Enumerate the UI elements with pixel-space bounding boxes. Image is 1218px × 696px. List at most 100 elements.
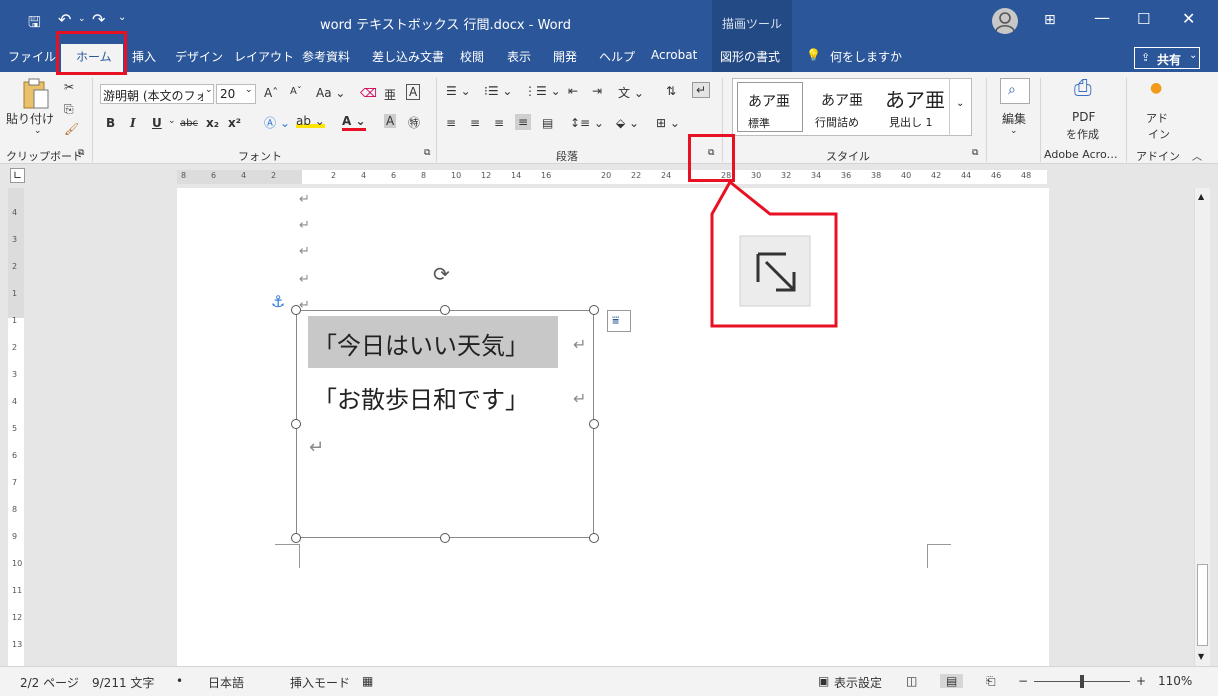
italic-icon[interactable]: I — [130, 116, 136, 130]
text-box-line-2[interactable]: 「お散歩日和です」 — [313, 380, 529, 415]
underline-dropdown-icon[interactable]: ⌄ — [168, 116, 176, 126]
align-center-icon[interactable]: ≡ — [470, 116, 480, 130]
vertical-scrollbar[interactable]: ▲ ▼ — [1194, 188, 1210, 666]
web-layout-icon[interactable]: ⎗ — [986, 674, 996, 689]
show-formatting-marks-icon[interactable]: ↵ — [692, 82, 711, 98]
create-pdf-line1[interactable]: PDF — [1072, 110, 1095, 124]
text-box-line-1[interactable]: 「今日はいい天気」 — [313, 326, 529, 361]
read-mode-icon[interactable]: ◫ — [906, 674, 917, 688]
tab-selector[interactable]: ∟ — [10, 168, 26, 183]
create-pdf-icon[interactable]: ⎙ — [1074, 76, 1092, 101]
redo-icon[interactable]: ↷ — [92, 10, 105, 29]
distributed-icon[interactable]: ▤ — [542, 116, 553, 130]
horizontal-ruler[interactable]: 8 6 4 2 2 4 6 8 10 12 14 16 20 22 24 28 30 32 34 36 38 40 42 44… — [177, 170, 1047, 184]
collapse-ribbon-icon[interactable]: ︿ — [1192, 148, 1202, 163]
zoom-slider-thumb[interactable] — [1080, 675, 1084, 688]
sort-icon[interactable]: ⇅ — [666, 84, 676, 98]
clear-formatting-icon[interactable]: ⌫ — [360, 86, 377, 100]
phonetic-guide-icon[interactable]: 亜 — [384, 86, 396, 103]
page-count[interactable]: 2/2 ページ — [20, 674, 79, 691]
font-name-select[interactable]: 游明朝 (本文のフォント) ⌄ — [100, 84, 214, 104]
superscript-icon[interactable]: x² — [228, 116, 241, 130]
tab-file[interactable]: ファイル — [8, 48, 56, 65]
copy-icon[interactable]: ⎘ — [64, 102, 74, 117]
align-left-icon[interactable]: ≡ — [446, 116, 456, 130]
asian-layout-icon[interactable]: 文 ⌄ — [618, 84, 644, 101]
styles-more-button[interactable]: ⌄ — [949, 78, 973, 136]
paste-dropdown-icon[interactable]: ⌄ — [34, 126, 42, 136]
style-normal[interactable]: あア亜 標準 — [737, 82, 803, 132]
tell-me-search[interactable]: 何をしますか — [830, 48, 902, 65]
dialog-launcher-icon[interactable]: ⧉ — [78, 148, 84, 158]
text-effects-icon[interactable]: Ⓐ ⌄ — [264, 114, 290, 131]
character-shading-icon[interactable]: A — [384, 114, 397, 128]
editing-button[interactable]: ⌕ — [1000, 78, 1030, 104]
multilevel-list-icon[interactable]: ⋮☰ ⌄ — [524, 84, 561, 98]
cut-icon[interactable]: ✂ — [64, 80, 74, 94]
font-color-icon[interactable]: A ⌄ — [342, 114, 366, 131]
align-right-icon[interactable]: ≡ — [494, 116, 504, 130]
rotate-handle-icon[interactable]: ⟳ — [433, 262, 450, 286]
bold-icon[interactable]: B — [106, 116, 115, 130]
subscript-icon[interactable]: x₂ — [206, 116, 219, 130]
add-ins-icon[interactable]: ● — [1150, 80, 1162, 96]
line-spacing-icon[interactable]: ↕≡ ⌄ — [570, 116, 604, 130]
tab-references[interactable]: 参考資料 — [302, 48, 350, 65]
enclose-characters-icon[interactable]: ㊕ — [408, 114, 420, 131]
layout-options-button[interactable]: ⩸ — [607, 310, 631, 332]
font-dialog-launcher-icon[interactable]: ⧉ — [424, 148, 430, 158]
zoom-level[interactable]: 110% — [1158, 674, 1192, 688]
tab-mailings[interactable]: 差し込み文書 — [372, 48, 444, 65]
maximize-icon[interactable]: ☐ — [1137, 10, 1150, 28]
account-avatar[interactable] — [992, 8, 1018, 34]
resize-handle[interactable] — [589, 533, 599, 543]
anchor-icon[interactable]: ⚓ — [271, 292, 285, 311]
style-heading-1[interactable]: あア亜 見出し 1 — [883, 82, 949, 132]
font-size-select[interactable]: 20 ⌄ — [216, 84, 256, 104]
close-icon[interactable]: ✕ — [1182, 9, 1195, 28]
numbering-icon[interactable]: ⁝☰ ⌄ — [484, 84, 512, 98]
tab-design[interactable]: デザイン — [175, 48, 223, 65]
scroll-thumb[interactable] — [1197, 564, 1208, 646]
increase-indent-icon[interactable]: ⇥ — [592, 84, 602, 98]
save-icon[interactable]: 🖫 — [28, 12, 41, 37]
tab-review[interactable]: 校閲 — [460, 48, 484, 65]
tab-shape-format[interactable]: 図形の書式 — [720, 48, 780, 65]
zoom-in-icon[interactable]: + — [1136, 674, 1146, 688]
justify-icon[interactable]: ≡ — [515, 114, 532, 130]
grow-font-icon[interactable]: Aˆ — [264, 86, 278, 100]
text-box[interactable]: 「今日はいい天気」 ↵ 「お散歩日和です」 ↵ ↵ — [296, 310, 594, 538]
strikethrough-icon[interactable]: abc — [180, 118, 198, 129]
character-border-icon[interactable]: A — [406, 84, 421, 100]
document-page[interactable]: ↵ ↵ ↵ ↵ ↵ ⚓ ⟳ 「今日はいい天気」 ↵ 「お散歩日和です」 ↵ ↵ … — [177, 188, 1049, 666]
ribbon-display-options-icon[interactable]: ⊞ — [1044, 12, 1056, 28]
vertical-ruler[interactable]: 4 3 2 1 1 2 3 4 5 6 7 8 9 10 11 12 13 — [8, 188, 24, 666]
resize-handle[interactable] — [589, 305, 599, 315]
macro-icon[interactable]: ▦ — [362, 674, 373, 688]
resize-handle[interactable] — [291, 533, 301, 543]
paste-label[interactable]: 貼り付け — [6, 110, 54, 127]
resize-handle[interactable] — [440, 305, 450, 315]
shrink-font-icon[interactable]: Aˇ — [290, 86, 302, 97]
word-count[interactable]: 9/211 文字 — [92, 674, 154, 691]
minimize-icon[interactable]: — — [1094, 8, 1110, 27]
tab-help[interactable]: ヘルプ — [599, 48, 635, 65]
underline-icon[interactable]: U — [152, 116, 162, 130]
zoom-out-icon[interactable]: − — [1018, 674, 1028, 688]
tab-insert[interactable]: 挿入 — [132, 48, 156, 65]
scroll-up-icon[interactable]: ▲ — [1198, 192, 1204, 201]
resize-handle[interactable] — [291, 419, 301, 429]
add-ins-line1[interactable]: アド — [1146, 110, 1168, 126]
create-pdf-line2[interactable]: を作成 — [1066, 126, 1099, 142]
decrease-indent-icon[interactable]: ⇤ — [568, 84, 578, 98]
tab-layout[interactable]: レイアウト — [234, 48, 294, 65]
tab-acrobat[interactable]: Acrobat — [651, 48, 697, 62]
display-settings[interactable]: 表示設定 — [834, 674, 882, 691]
format-painter-icon[interactable]: 🖌 — [64, 122, 79, 136]
style-no-spacing[interactable]: あア亜 行間詰め — [811, 82, 883, 132]
tab-view[interactable]: 表示 — [507, 48, 531, 65]
change-case-icon[interactable]: Aa ⌄ — [316, 86, 345, 100]
resize-handle[interactable] — [440, 533, 450, 543]
shading-icon[interactable]: ⬙ ⌄ — [616, 116, 639, 130]
undo-dropdown-icon[interactable]: ⌄ — [78, 14, 86, 24]
